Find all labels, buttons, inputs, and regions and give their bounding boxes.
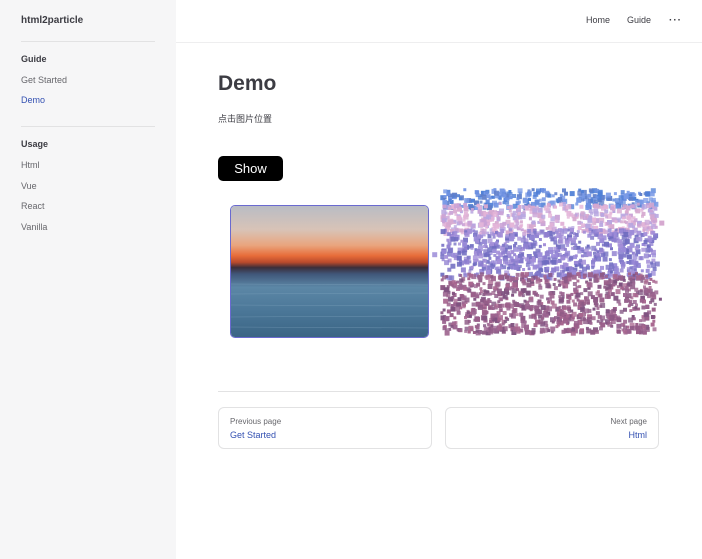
nav-guide-link[interactable]: Guide — [627, 15, 651, 25]
sidebar-item-vue[interactable]: Vue — [21, 181, 37, 191]
sidebar-item-vanilla[interactable]: Vanilla — [21, 222, 47, 232]
page-title: Demo — [218, 72, 277, 95]
sidebar-item-demo[interactable]: Demo — [21, 95, 45, 105]
particle-image — [432, 188, 665, 336]
sidebar-section-usage: Usage — [21, 139, 49, 149]
sunset-image — [231, 206, 428, 337]
sidebar-item-get-started[interactable]: Get Started — [21, 75, 67, 85]
sidebar-item-react[interactable]: React — [21, 201, 45, 211]
previous-page-link[interactable]: Previous page Get Started — [218, 407, 432, 449]
sidebar-divider — [21, 41, 155, 42]
demo-image[interactable] — [230, 205, 429, 338]
previous-page-title: Get Started — [230, 430, 277, 440]
top-nav-bar: Home Guide ··· — [176, 0, 702, 43]
next-page-desc: Next page — [610, 417, 647, 426]
next-page-title: Html — [628, 430, 648, 440]
page-description: 点击图片位置 — [218, 114, 273, 124]
more-menu-icon[interactable]: ··· — [669, 15, 682, 26]
content-divider — [218, 391, 660, 392]
sidebar-divider — [21, 126, 155, 127]
nav-home-link[interactable]: Home — [586, 15, 610, 25]
previous-page-desc: Previous page — [230, 417, 282, 426]
sidebar-item-html[interactable]: Html — [21, 160, 40, 170]
sidebar-section-guide: Guide — [21, 54, 47, 64]
show-button[interactable]: Show — [218, 156, 283, 181]
next-page-link[interactable]: Next page Html — [445, 407, 659, 449]
sidebar: html2particle Guide Get Started Demo Usa… — [0, 0, 176, 559]
site-title[interactable]: html2particle — [21, 15, 83, 26]
